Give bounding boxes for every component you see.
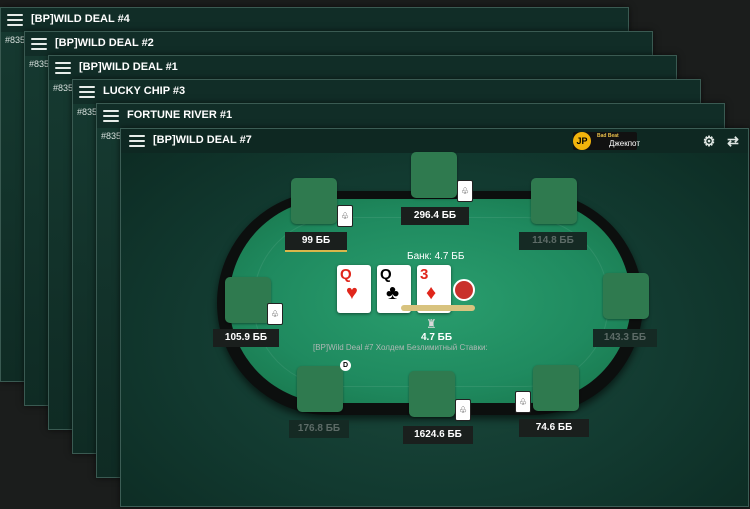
window-title-bar[interactable]: [BP]WILD DEAL #4	[1, 8, 628, 32]
card-rank: 3	[420, 266, 429, 283]
seat-stack: 105.9 ББ	[213, 329, 279, 347]
seat-stack: 296.4 ББ	[401, 207, 469, 225]
menu-icon[interactable]	[31, 38, 47, 50]
window-title: [BP]WILD DEAL #2	[55, 37, 154, 49]
window-title-bar[interactable]: LUCKY CHIP #3	[73, 80, 700, 104]
window-title-bar[interactable]: [BP]WILD DEAL #7 JP Bad Beat Джекпот ⚙ ⇄	[121, 129, 748, 153]
menu-icon[interactable]	[103, 110, 119, 122]
card-suit: ♦	[426, 282, 437, 304]
card-back-icon: ♧	[457, 180, 473, 202]
bet-slider[interactable]	[401, 305, 475, 311]
seat-avatar-bottom-right[interactable]	[533, 365, 579, 411]
seat-stack: 176.8 ББ	[289, 420, 349, 438]
menu-icon[interactable]	[7, 14, 23, 26]
menu-icon[interactable]	[55, 62, 71, 74]
chip-icon[interactable]: ⚙	[701, 133, 717, 149]
card-back-icon: ♧	[337, 205, 353, 227]
seat-avatar-top[interactable]	[411, 152, 457, 198]
seat-stack: 99 ББ	[285, 232, 347, 252]
window-title: FORTUNE RIVER #1	[127, 109, 233, 121]
jackpot-badge[interactable]: JP Bad Beat Джекпот	[573, 132, 640, 150]
hand-id: #835	[53, 83, 74, 93]
seat-stack: 74.6 ББ	[519, 419, 589, 437]
jackpot-coin-icon: JP	[573, 132, 591, 150]
seat-stack: 1624.6 ББ	[403, 426, 473, 444]
seat-avatar-bottom-left[interactable]	[297, 366, 343, 412]
window-title: [BP]WILD DEAL #4	[31, 13, 130, 25]
jackpot-label: Джекпот	[609, 139, 640, 148]
table-info: [BP]Wild Deal #7 Холдем Безлимитный Став…	[313, 343, 488, 352]
window-title: LUCKY CHIP #3	[103, 85, 186, 97]
menu-icon[interactable]	[129, 135, 145, 147]
pot-label: Банк: 4.7 ББ	[407, 251, 465, 262]
card-rank: Q	[380, 266, 392, 283]
seat-avatar-right[interactable]	[603, 273, 649, 319]
seat-stack: 114.8 ББ	[519, 232, 587, 250]
target-icon[interactable]	[453, 279, 475, 301]
window-title: [BP]WILD DEAL #1	[79, 61, 178, 73]
menu-icon[interactable]	[79, 86, 95, 98]
hand-id: #835	[77, 107, 98, 117]
hand-id: #835	[101, 131, 122, 141]
window-title: [BP]WILD DEAL #7	[153, 134, 252, 146]
seat-avatar-bottom[interactable]	[409, 371, 455, 417]
table-window-main[interactable]: [BP]WILD DEAL #7 JP Bad Beat Джекпот ⚙ ⇄…	[120, 128, 749, 507]
card-back-icon: ♧	[515, 391, 531, 413]
chips-icon: ♜	[426, 317, 437, 331]
pot-value: 4.7 ББ	[421, 332, 453, 343]
seat-avatar-top-left[interactable]	[291, 178, 337, 224]
seat-stack: 143.3 ББ	[593, 329, 657, 347]
window-title-bar[interactable]: [BP]WILD DEAL #1	[49, 56, 676, 80]
hand-id: #835	[29, 59, 50, 69]
hand-id: #835	[5, 35, 26, 45]
dealer-button: D	[340, 360, 351, 371]
swap-icon[interactable]: ⇄	[725, 133, 741, 149]
board-card: Q ♥	[337, 265, 371, 313]
card-suit: ♣	[386, 282, 400, 304]
window-title-bar[interactable]: FORTUNE RIVER #1	[97, 104, 724, 128]
card-back-icon: ♧	[455, 399, 471, 421]
seat-avatar-left[interactable]	[225, 277, 271, 323]
card-rank: Q	[340, 266, 352, 283]
window-title-bar[interactable]: [BP]WILD DEAL #2	[25, 32, 652, 56]
card-back-icon: ♧	[267, 303, 283, 325]
card-suit: ♥	[346, 282, 358, 304]
seat-avatar-top-right[interactable]	[531, 178, 577, 224]
